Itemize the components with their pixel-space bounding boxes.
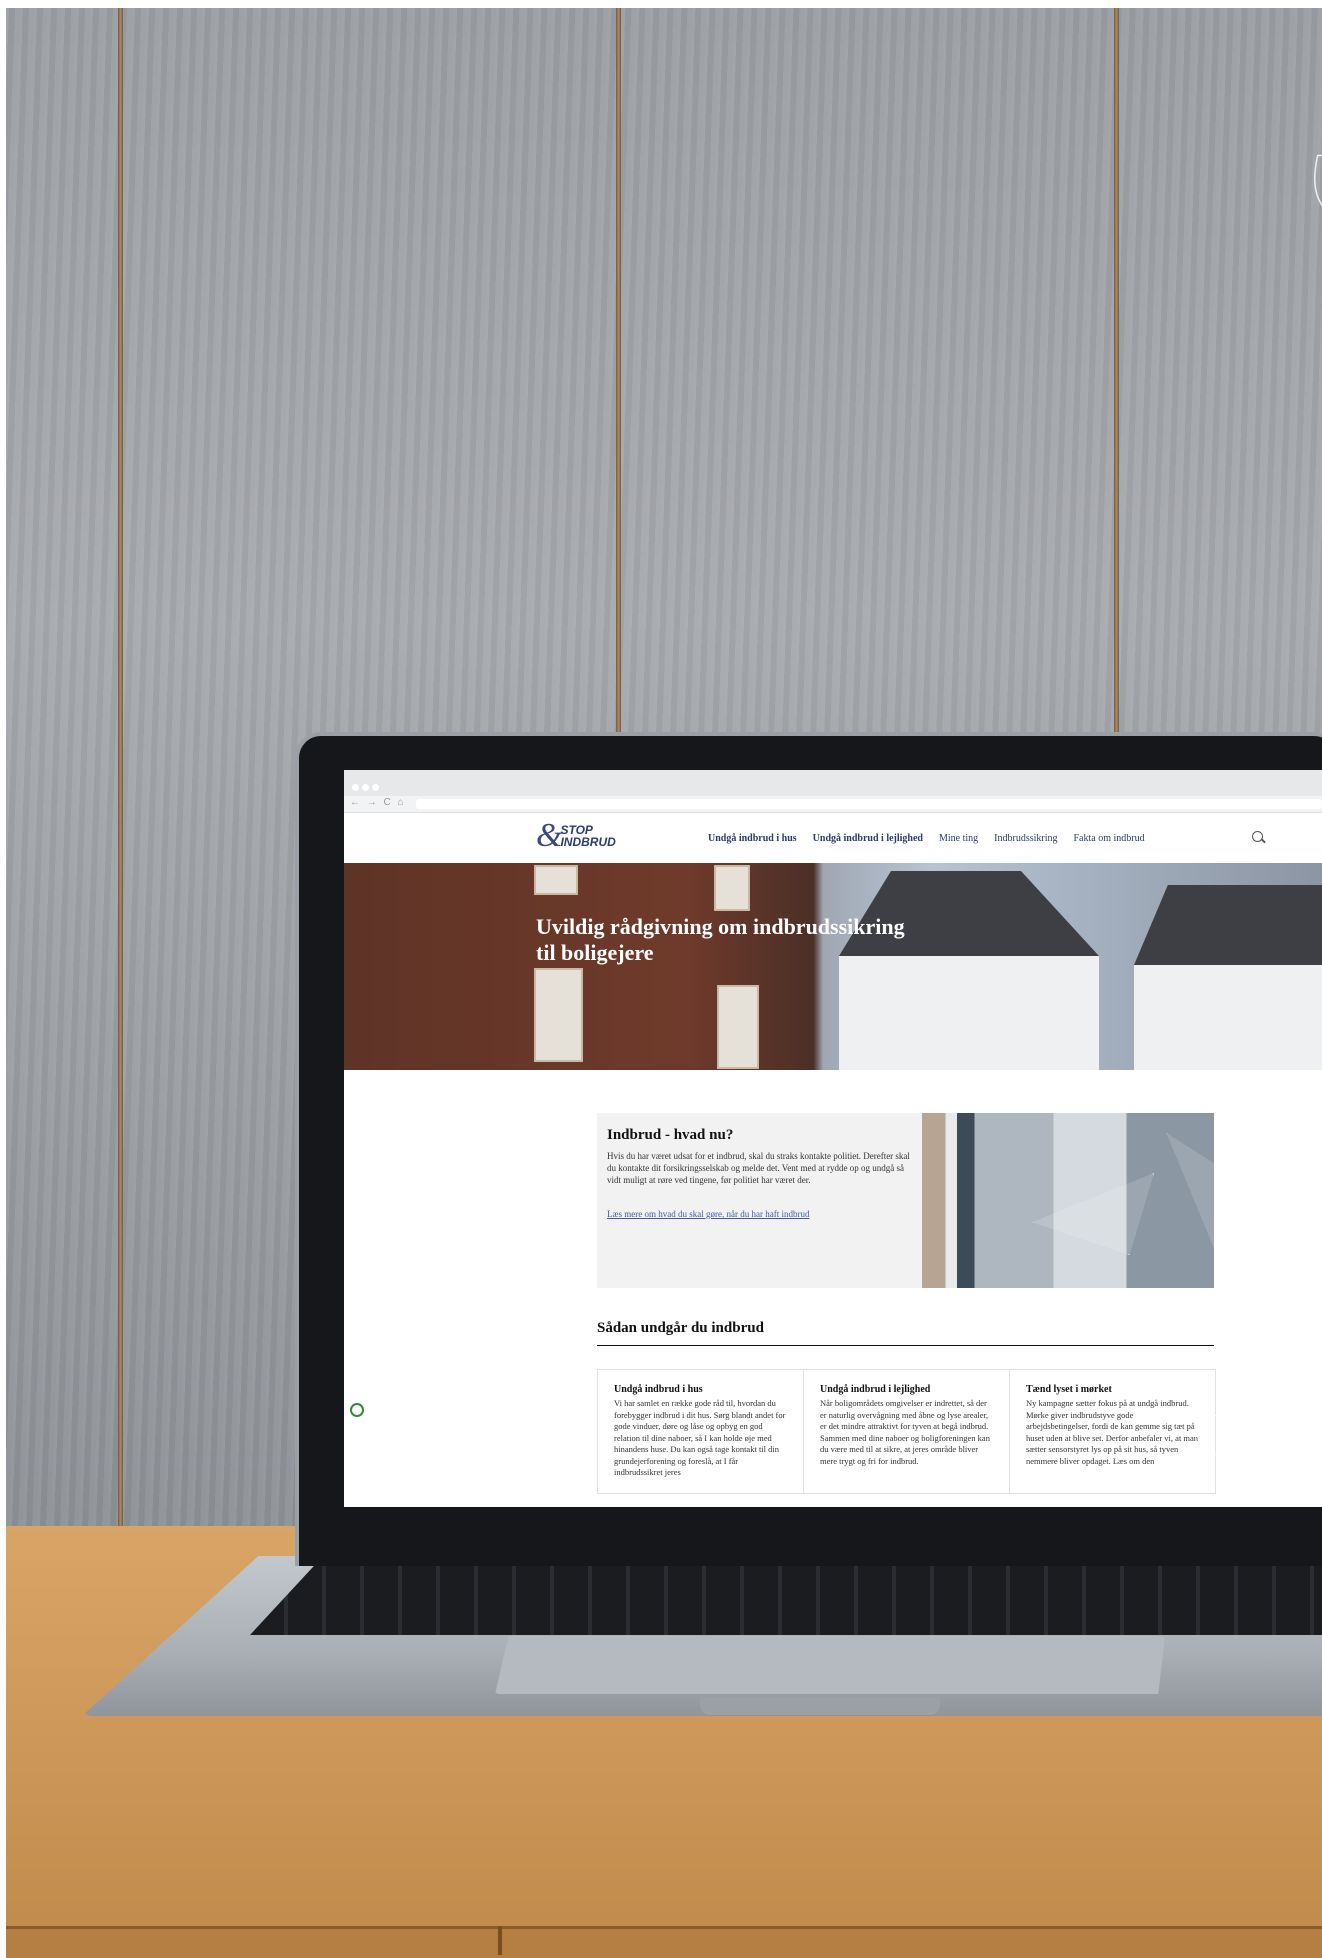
broken-window-image [922,1113,1224,1288]
hero-title: Uvildig rådgivning om indbrudssikring ti… [536,913,905,965]
desk-drawer-seam [498,1926,502,1955]
intro-title: Indbrud - hvad nu? [607,1127,734,1143]
browser-title-bar [344,770,1322,796]
card-body: Når boligområdets omgivelser er indrette… [820,1398,990,1466]
advice-card[interactable]: Undgå indbrud i lejlighed Når boligområd… [804,1370,1010,1493]
nav-link-mine-ting[interactable]: Mine ting [939,833,978,844]
hero-brick-window [714,865,750,911]
hero-banner: Uvildig rådgivning om indbrudssikring ti… [344,863,1322,1070]
laptop-notch [700,1697,940,1715]
plank-gap [118,8,123,1526]
desk-drawer-front [6,1926,1322,1958]
hero-brick-window [534,968,583,1062]
laptop-trackpad [495,1636,1165,1694]
nav-link-undga-indbrud-i-hus[interactable]: Undgå indbrud i hus [708,833,797,844]
laptop-keyboard [250,1565,1322,1635]
hero-house-wall [839,956,1099,1070]
hero-brick-window [717,985,759,1069]
intro-read-more-link[interactable]: Læs mere om hvad du skal gøre, når du ha… [607,1209,809,1219]
card-body: Vi har samlet en række gode råd til, hvo… [614,1398,786,1477]
accessibility-icon[interactable] [350,1403,364,1417]
address-bar[interactable] [416,799,1322,809]
search-icon[interactable] [1252,831,1263,842]
window-controls [352,778,382,796]
section-title: Sådan undgår du indbrud [597,1320,1214,1346]
close-window-dot[interactable] [352,784,359,791]
site-header: & STOP INDBRUD Undgå indbrud i hus Undgå… [344,813,1322,863]
advice-card[interactable]: Undgå indbrud i hus Vi har samlet en ræk… [598,1370,804,1493]
card-title[interactable]: Undgå indbrud i hus [614,1384,787,1395]
minimize-window-dot[interactable] [362,784,369,791]
hero-house-roof [1134,885,1322,965]
site-logo[interactable]: & STOP INDBRUD [536,817,616,854]
browser-nav-icons[interactable]: ← → C ⌂ [350,797,406,808]
nav-link-undga-indbrud-i-lejlighed[interactable]: Undgå indbrud i lejlighed [813,833,923,844]
main-navigation: Undgå indbrud i hus Undgå indbrud i lejl… [708,833,1145,844]
browser-toolbar: ← → C ⌂ [344,796,1322,813]
intro-body: Hvis du har været udsat for et indbrud, … [607,1151,910,1185]
logo-line-2: INDBRUD [560,835,616,849]
hero-house-wall [1134,965,1322,1070]
maximize-window-dot[interactable] [372,784,379,791]
nav-link-indbrudssikring[interactable]: Indbrudssikring [994,833,1057,844]
logo-ampersand: & [536,817,563,854]
intro-text: Indbrud - hvad nu? Hvis du har været uds… [597,1113,922,1288]
intro-card: Indbrud - hvad nu? Hvis du har været uds… [597,1113,1224,1288]
hero-brick-window [534,865,578,895]
glass-shard [1166,1133,1224,1255]
advice-card[interactable]: Tænd lyset i mørket Ny kampagne sætter f… [1010,1370,1215,1493]
card-body: Ny kampagne sætter fokus på at undgå ind… [1026,1398,1199,1466]
card-title[interactable]: Tænd lyset i mørket [1026,1384,1199,1395]
glass-shard [1032,1173,1154,1255]
advice-cards: Undgå indbrud i hus Vi har samlet en ræk… [597,1369,1216,1494]
logo-wordmark: STOP INDBRUD [560,824,615,848]
decorative-circle [1195,1415,1235,1455]
laptop-screen: ← → C ⌂ & STOP INDBRUD Undgå indbrud i h… [344,770,1322,1507]
card-title[interactable]: Undgå indbrud i lejlighed [820,1384,993,1395]
nav-link-fakta-om-indbrud[interactable]: Fakta om indbrud [1074,833,1145,844]
